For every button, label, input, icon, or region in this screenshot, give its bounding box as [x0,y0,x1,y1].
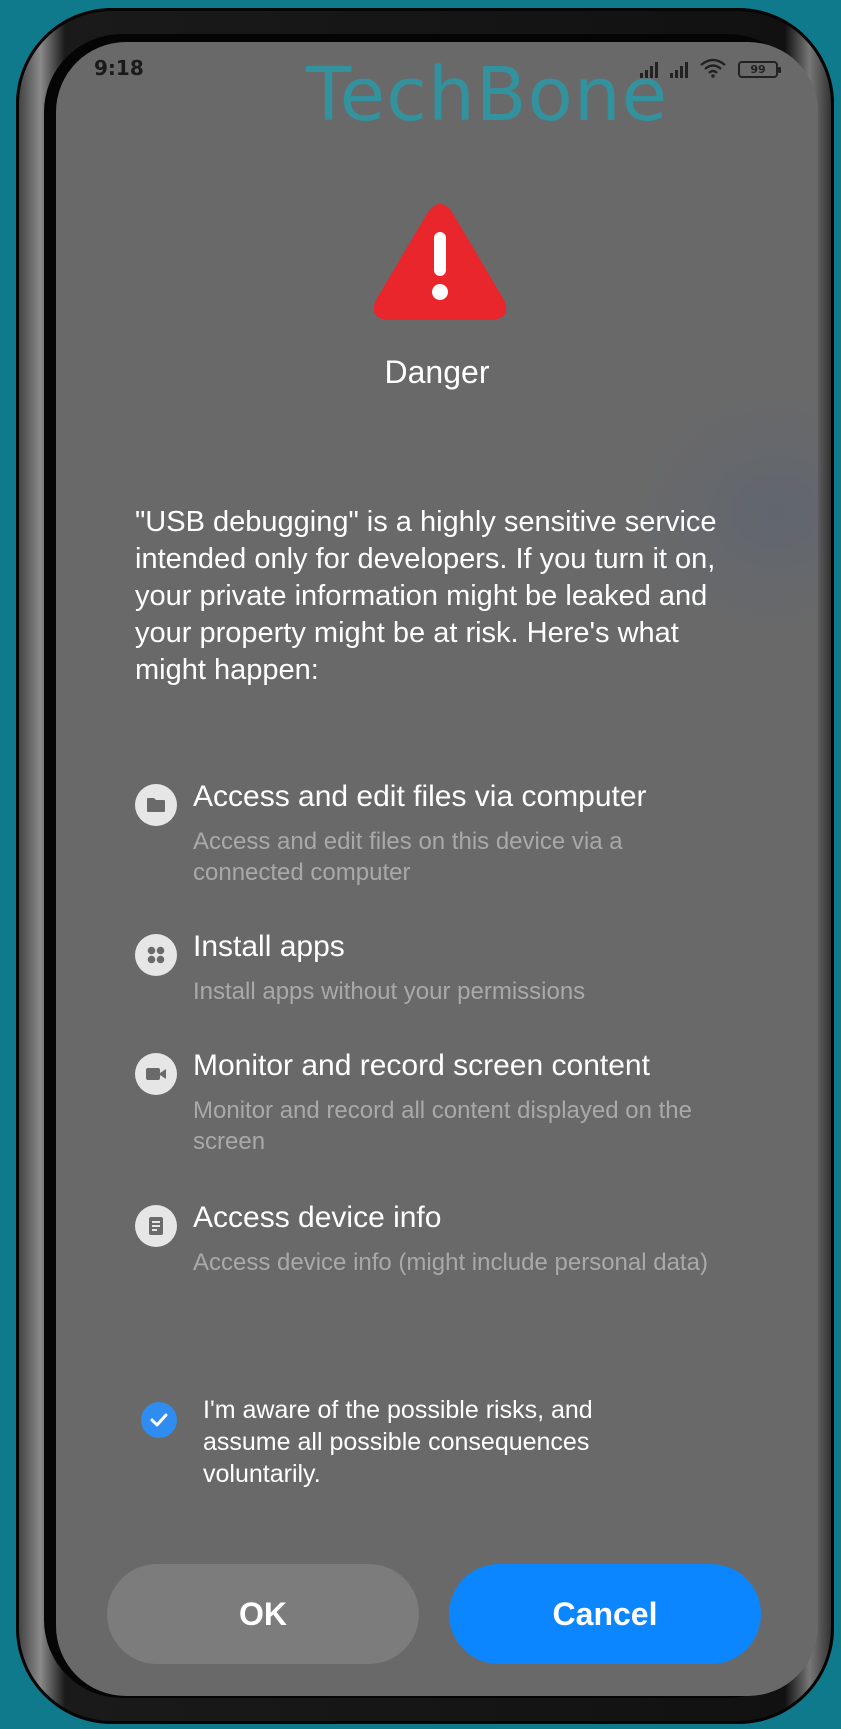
status-time: 9:18 [94,56,144,80]
cancel-button[interactable]: Cancel [449,1564,761,1664]
permission-description: Access device info (might include person… [193,1249,708,1276]
consent-text: I'm aware of the possible risks, and ass… [203,1396,593,1488]
ok-button[interactable]: OK [107,1564,419,1664]
dialog-title: Danger [384,354,490,390]
permission-description: Access and edit files on this device via… [193,828,623,886]
checkmark-icon [150,1413,168,1427]
document-icon [135,1205,177,1247]
permission-title: Install apps [193,930,345,963]
consent-checkbox[interactable] [141,1402,177,1438]
permission-title: Access device info [193,1201,442,1234]
battery-level: 99 [750,63,766,76]
video-camera-icon [135,1053,177,1095]
permission-title: Monitor and record screen content [193,1049,650,1082]
signal-icon-2 [670,60,688,78]
phone-screen: 9:18 99 TechBone Danger "USB debugging" … [56,42,818,1696]
watermark-logo: TechBone [306,52,669,138]
permission-title: Access and edit files via computer [193,780,647,813]
warning-triangle-icon [373,204,507,320]
folder-icon [135,784,177,826]
permission-description: Monitor and record all content displayed… [193,1097,692,1155]
permission-description: Install apps without your permissions [193,978,586,1005]
dialog-description: "USB debugging" is a highly sensitive se… [135,506,717,686]
battery-icon: 99 [738,61,781,78]
apps-grid-icon [135,934,177,976]
wifi-icon [700,58,726,78]
